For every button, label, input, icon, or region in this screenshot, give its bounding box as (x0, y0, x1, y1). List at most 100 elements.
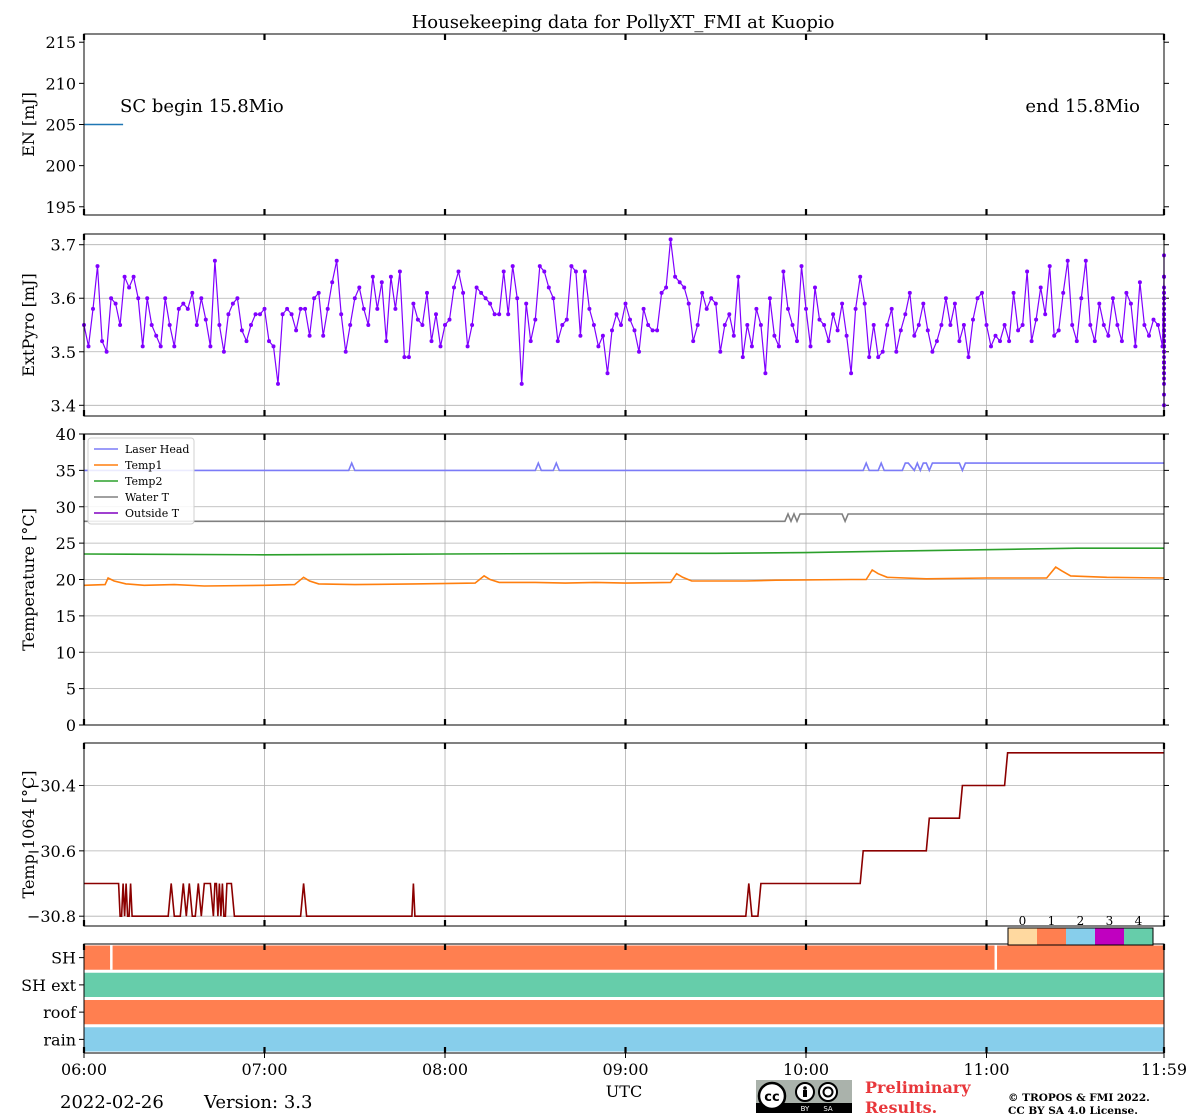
extpyro-point (217, 323, 222, 327)
extpyro-series-line (83, 239, 1165, 406)
extpyro-point (104, 349, 109, 354)
extpyro-point (1065, 258, 1070, 263)
extpyro-point (754, 306, 759, 311)
legend-label: Outside T (125, 507, 180, 520)
sc-end-annotation: end 15.8Mio (1025, 96, 1140, 117)
extpyro-point (1056, 328, 1061, 333)
x-tick-label: 07:00 (241, 1060, 287, 1079)
temperature-y-axis-label: Temperature [°C] (19, 508, 38, 651)
energy-y-tick-label: 200 (45, 157, 76, 176)
extpyro-point (835, 328, 840, 333)
extpyro-point (912, 333, 917, 338)
extpyro-point (628, 317, 632, 322)
extpyro-point (907, 290, 912, 295)
legend-label: Laser Head (125, 443, 189, 456)
colorbar-tick-label: 0 (1019, 914, 1027, 928)
svg-text:cc: cc (764, 1090, 779, 1105)
extpyro-point (664, 285, 669, 290)
extpyro-point (474, 285, 479, 290)
extpyro-point (1074, 339, 1079, 344)
extpyro-point (388, 274, 393, 279)
extpyro-point (1047, 264, 1052, 269)
extpyro-point (605, 371, 610, 376)
extpyro-point (285, 306, 290, 311)
extpyro-point (930, 349, 935, 354)
extpyro-point (1124, 290, 1129, 295)
extpyro-point (1110, 296, 1115, 301)
extpyro-point (889, 306, 894, 311)
extpyro-point (411, 301, 416, 306)
x-tick-label: 08:00 (422, 1060, 468, 1079)
temperature-y-tick-label: 20 (56, 571, 76, 590)
temperature-series-temp1 (83, 566, 1165, 587)
extpyro-point (533, 317, 538, 322)
extpyro-point (740, 355, 745, 360)
extpyro-point (957, 339, 962, 344)
status-row-label: SH (51, 949, 76, 968)
extpyro-point (799, 264, 804, 269)
extpyro-point (325, 306, 330, 311)
extpyro-point (402, 355, 407, 360)
extpyro-point (176, 306, 181, 311)
extpyro-point (623, 301, 628, 306)
extpyro-point (370, 274, 375, 279)
extpyro-point (190, 290, 195, 295)
extpyro-point (948, 323, 953, 327)
extpyro-point (980, 290, 984, 295)
x-tick-label: 11:00 (963, 1060, 1009, 1079)
extpyro-point (876, 355, 881, 360)
extpyro-point (1156, 323, 1160, 327)
extpyro-point (145, 296, 150, 301)
extpyro-point (736, 274, 741, 279)
extpyro-point (506, 312, 511, 317)
extpyro-point (646, 323, 651, 327)
extpyro-point (749, 344, 754, 349)
extpyro-point (966, 355, 971, 360)
extpyro-point (375, 306, 380, 311)
extpyro-point (519, 381, 524, 386)
extpyro-point (172, 344, 177, 349)
extpyro-point (127, 285, 132, 290)
extpyro-point (975, 296, 980, 301)
extpyro-y-axis-label: ExtPyro [mJ] (19, 273, 38, 376)
extpyro-point (551, 296, 556, 301)
extpyro-point (163, 296, 168, 301)
temp1064-y-axis-label: Temp 1064 [°C] (19, 771, 38, 899)
extpyro-point (1137, 280, 1142, 285)
status-bar-sh (84, 945, 1164, 970)
status-row-label: SH ext (21, 976, 76, 995)
extpyro-point (149, 323, 154, 327)
extpyro-point (361, 306, 366, 311)
extpyro-point (239, 328, 244, 333)
extpyro-point (465, 344, 470, 349)
extpyro-point (641, 306, 646, 311)
extpyro-point (844, 333, 849, 338)
x-tick-label: 11:59 (1141, 1060, 1187, 1079)
temperature-series-laser-head (84, 460, 1164, 473)
extpyro-point (158, 344, 163, 349)
extpyro-point (537, 264, 542, 269)
extpyro-point (691, 339, 696, 344)
extpyro-point (276, 381, 280, 386)
extpyro-point (357, 285, 362, 290)
svg-text:SA: SA (823, 1105, 833, 1113)
extpyro-point (758, 323, 763, 327)
extpyro-point (420, 323, 425, 327)
extpyro-point (564, 317, 569, 322)
extpyro-point (1038, 285, 1043, 290)
colorbar-swatch (1124, 928, 1153, 945)
extpyro-point (894, 349, 899, 354)
extpyro-point (244, 339, 249, 344)
extpyro-point (772, 333, 777, 338)
extpyro-point (298, 306, 303, 311)
extpyro-point (348, 323, 353, 327)
extpyro-point (497, 312, 502, 317)
colorbar-swatch (1095, 928, 1124, 945)
extpyro-point (831, 312, 836, 317)
preliminary-results-label: Preliminary Results. (865, 1078, 971, 1118)
extpyro-point (849, 371, 854, 376)
extpyro-point (569, 264, 574, 269)
extpyro-point (943, 296, 948, 301)
x-tick-label: 06:00 (61, 1060, 107, 1079)
extpyro-point (1151, 317, 1156, 322)
